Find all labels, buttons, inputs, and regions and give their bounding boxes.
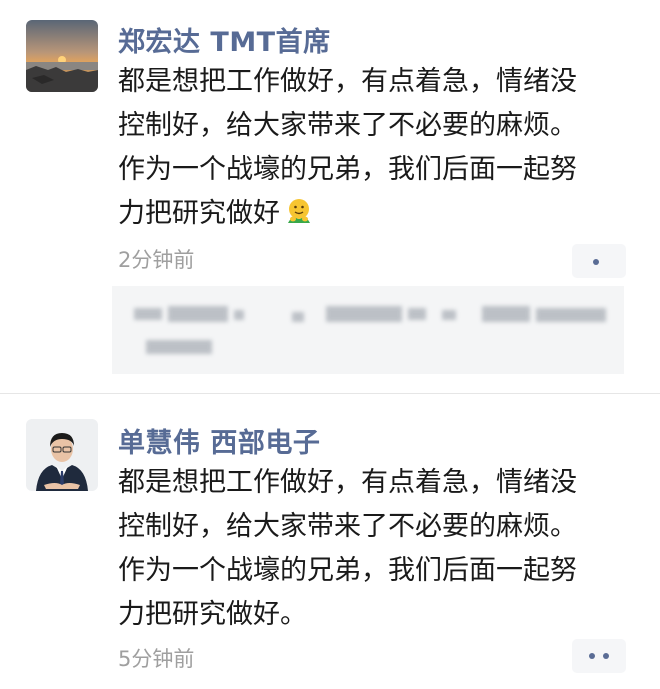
person-in-suit-avatar-icon[interactable] (26, 419, 98, 491)
post-text-line: 都是想把工作做好，有点着急，情绪没 (118, 66, 577, 97)
pixelated-text (234, 310, 244, 320)
post-timestamp: 5分钟前 (118, 647, 195, 671)
pixelated-text (408, 308, 426, 320)
post-text-line: 都是想把工作做好，有点着急，情绪没 (118, 467, 577, 498)
more-actions-button[interactable] (572, 244, 626, 278)
pixelated-text (326, 306, 402, 322)
more-dot-icon (593, 259, 599, 265)
more-dot-icon (589, 653, 595, 659)
pixelated-text (292, 312, 304, 322)
pixelated-text (442, 310, 456, 320)
post-text-line: 控制好，给大家带来了不必要的麻烦。 (118, 110, 577, 141)
author-name[interactable]: 郑宏达 TMT首席 (118, 20, 331, 59)
author-name[interactable]: 单慧伟 西部电子 (118, 421, 320, 460)
post-timestamp: 2分钟前 (118, 248, 195, 272)
post-divider (0, 393, 660, 394)
more-actions-button[interactable] (572, 639, 626, 673)
feed-post: 单慧伟 西部电子 都是想把工作做好，有点着急，情绪没 控制好，给大家带来了不必要… (0, 397, 660, 689)
post-text: 都是想把工作做好，有点着急，情绪没 控制好，给大家带来了不必要的麻烦。 作为一个… (118, 461, 648, 637)
pixelated-text (146, 340, 212, 354)
pixelated-text (134, 308, 162, 320)
post-text: 都是想把工作做好，有点着急，情绪没 控制好，给大家带来了不必要的麻烦。 作为一个… (118, 60, 648, 236)
moments-feed: 郑宏达 TMT首席 都是想把工作做好，有点着急，情绪没 控制好，给大家带来了不必… (0, 0, 660, 689)
post-text-line: 力把研究做好。 (118, 599, 307, 630)
post-text-line: 控制好，给大家带来了不必要的麻烦。 (118, 511, 577, 542)
post-text-line: 作为一个战壕的兄弟，我们后面一起努 (118, 154, 577, 185)
post-text-line: 作为一个战壕的兄弟，我们后面一起努 (118, 555, 577, 586)
comment-preview[interactable] (112, 286, 624, 374)
feed-post: 郑宏达 TMT首席 都是想把工作做好，有点着急，情绪没 控制好，给大家带来了不必… (0, 0, 660, 395)
pixelated-text (168, 306, 228, 322)
pixelated-text (536, 308, 606, 322)
post-text-line: 力把研究做好 (118, 198, 280, 229)
more-dot-icon (603, 653, 609, 659)
sunset-avatar-icon[interactable] (26, 20, 98, 92)
hug-emoji-icon (284, 197, 314, 227)
pixelated-text (482, 306, 530, 322)
post-text-line-last: 力把研究做好 (118, 192, 648, 236)
